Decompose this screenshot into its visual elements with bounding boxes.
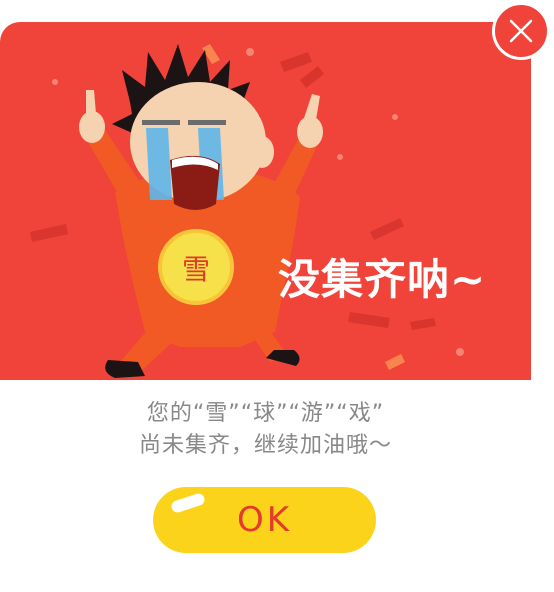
badge-character: 雪 (181, 253, 210, 286)
dialog-banner: 雪 没集齐呐~ (0, 22, 531, 380)
banner-title: 没集齐呐~ (278, 255, 487, 304)
ok-button[interactable]: OK (153, 487, 376, 553)
dialog-message: 您的“雪”“球”“游”“戏” 尚未集齐，继续加油哦～ (0, 398, 531, 462)
close-button[interactable] (492, 2, 550, 60)
message-line-2: 尚未集齐，继续加油哦～ (138, 433, 392, 458)
close-icon (509, 19, 533, 43)
message-line-1: 您的“雪”“球”“游”“戏” (146, 401, 385, 426)
ok-button-label: OK (236, 500, 293, 540)
crying-boy-illustration (79, 44, 323, 378)
reward-dialog: 雪 没集齐呐~ 您的“雪”“球”“游”“戏” 尚未集齐，继续加油哦～ OK (0, 0, 554, 592)
button-shine (169, 492, 207, 514)
